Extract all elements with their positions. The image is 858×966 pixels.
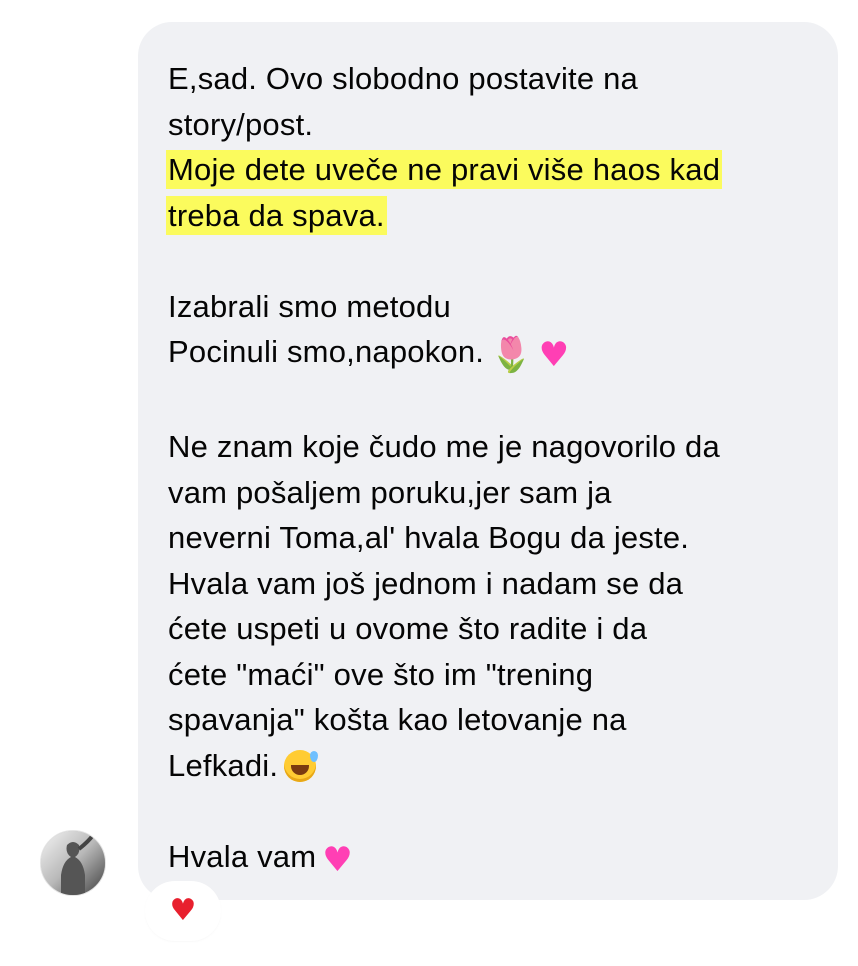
highlighted-line: Moje dete uveče ne pravi više haos kad bbox=[166, 147, 808, 193]
message-line: ćete "maći" ove što im "trening bbox=[168, 656, 594, 692]
message-line-with-emoji: Hvala vam ♥ bbox=[168, 834, 808, 884]
message-line: Lefkadi. bbox=[168, 747, 279, 783]
pink-heart-emoji-icon: ♥ bbox=[322, 839, 353, 880]
message-line: ćete uspeti u ovome što radite i da bbox=[168, 611, 648, 646]
sender-avatar[interactable] bbox=[40, 830, 106, 896]
message-line: Pocinuli smo,napokon. bbox=[168, 334, 485, 369]
message-line: story/post. bbox=[168, 106, 314, 142]
highlighted-line: treba da spava. bbox=[166, 193, 808, 239]
message-line: neverni Toma,al' hvala Bogu da jeste. bbox=[168, 520, 690, 555]
pink-heart-emoji-icon: ♥ bbox=[538, 335, 570, 375]
red-heart-icon: ♥ bbox=[169, 893, 197, 928]
message-line: Izabrali smo metodu bbox=[168, 288, 451, 324]
highlighted-text: treba da spava. bbox=[166, 195, 387, 235]
message-line: Ne znam koje čudo me je nagovorilo da bbox=[168, 429, 720, 464]
message-line: vam pošaljem poruku,jer sam ja bbox=[168, 474, 612, 510]
message-line: spavanja" košta kao letovanje na bbox=[168, 702, 627, 737]
message-line: E,sad. Ovo slobodno postavite na bbox=[168, 61, 638, 96]
heart-reaction-badge[interactable]: ♥ bbox=[148, 884, 218, 938]
avatar-photo-icon bbox=[41, 831, 105, 895]
message-line: Hvala vam bbox=[168, 838, 317, 874]
grinning-sweat-emoji-icon bbox=[284, 749, 319, 782]
message-text: E,sad. Ovo slobodno postavite na story/p… bbox=[166, 56, 808, 884]
message-bubble[interactable]: E,sad. Ovo slobodno postavite na story/p… bbox=[138, 22, 838, 900]
message-line-with-emoji: Pocinuli smo,napokon. 🌷 ♥ bbox=[168, 329, 808, 379]
message-line-with-emoji: Lefkadi. bbox=[168, 743, 808, 789]
message-line: Hvala vam još jednom i nadam se da bbox=[168, 565, 684, 601]
highlighted-text: Moje dete uveče ne pravi više haos kad bbox=[166, 150, 723, 189]
tulip-emoji-icon: 🌷 bbox=[490, 335, 533, 375]
